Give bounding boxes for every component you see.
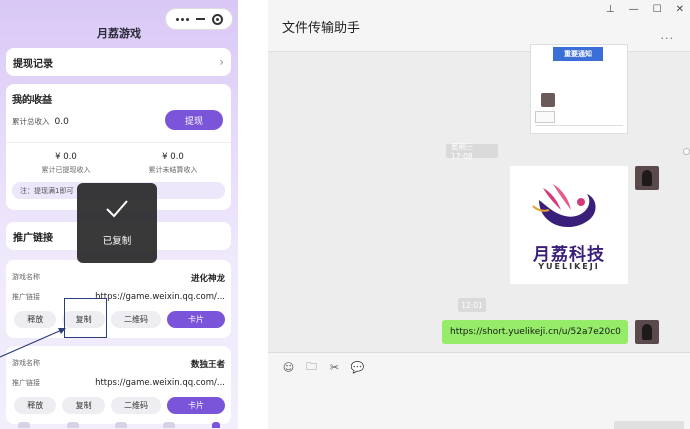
send-button[interactable] (614, 421, 684, 429)
toast-text: 已复制 (102, 236, 132, 247)
thumbnail-box (535, 111, 555, 123)
release-button[interactable]: 释放 (14, 397, 57, 414)
close-icon[interactable]: ✕ (676, 4, 684, 15)
withdrawn-label: 累计已提现收入 (41, 166, 91, 174)
game-actions: 释放 复制 二维码 卡片 (14, 397, 225, 414)
timestamp: 星期三 17:08 (446, 142, 498, 161)
game-link-label: 推广链接 (12, 293, 40, 301)
divider (6, 142, 231, 143)
card-button[interactable]: 卡片 (167, 397, 225, 414)
timestamp: 12:01 (458, 298, 486, 312)
total-income: 累计总收入 0.0 (12, 116, 69, 127)
panel-gap (238, 0, 268, 429)
withdrawn-value: ¥ 0.0 (55, 152, 77, 162)
game-name-row: 游戏名称 进化神龙 (12, 272, 225, 284)
thumbnail-bar (535, 125, 623, 129)
game-link-label: 推广链接 (12, 379, 40, 387)
avatar[interactable] (635, 320, 659, 344)
withdraw-records-link[interactable]: 提现记录 › (6, 48, 231, 76)
folder-icon[interactable]: 🗀 (305, 360, 318, 374)
thumbnail-photo (541, 93, 555, 107)
game-link-row: 推广链接 https://game.weixin.qq.com/... (12, 292, 225, 302)
tab-icon-active[interactable] (211, 422, 220, 428)
maximize-icon[interactable]: ☐ (653, 4, 662, 15)
copy-button[interactable]: 复制 (62, 397, 105, 414)
copy-button-highlight (64, 298, 107, 338)
tab-icon[interactable] (66, 422, 79, 428)
withdrawn-stat: ¥ 0.0 累计已提现收入 (16, 152, 116, 175)
chevron-right-icon: › (219, 55, 224, 69)
card-button[interactable]: 卡片 (167, 311, 225, 328)
total-income-value: 0.0 (54, 117, 69, 127)
wechat-chat-window: 文件传输助手 ⊥ — ☐ ✕ ··· 重要通知 星期三 17:08 月荔科技 Y… (268, 0, 690, 429)
tab-icon[interactable] (163, 422, 176, 428)
total-income-label: 累计总收入 (12, 117, 50, 126)
copied-toast: 已复制 (77, 183, 157, 263)
more-icon[interactable] (175, 17, 189, 21)
earnings-title: 我的收益 (12, 95, 52, 106)
unsettled-stat: ¥ 0.0 累计未结算收入 (123, 152, 223, 175)
pin-icon[interactable]: ⊥ (606, 4, 615, 15)
logo-text-en: YUELIKEJI (538, 262, 600, 271)
minimize-icon[interactable] (195, 18, 205, 20)
game-name: 进化神龙 (190, 274, 225, 284)
scissors-icon[interactable]: ✂ (328, 361, 341, 374)
tab-icon[interactable] (18, 422, 31, 428)
chat-title: 文件传输助手 (282, 21, 361, 36)
resize-handle[interactable] (683, 148, 690, 155)
chat-bubble-icon[interactable]: 💬 (351, 361, 365, 374)
minimize-icon[interactable]: — (629, 4, 639, 15)
avatar[interactable] (635, 166, 659, 190)
window-controls: ⊥ — ☐ ✕ (606, 4, 684, 15)
message-input-area[interactable]: ☺ 🗀 ✂ 💬 (268, 352, 690, 429)
qrcode-button[interactable]: 二维码 (110, 397, 162, 414)
close-target-icon[interactable] (211, 13, 223, 25)
unsettled-label: 累计未结算收入 (148, 166, 198, 174)
link-message-bubble[interactable]: https://short.yuelikeji.cn/u/52a7e20c0 (442, 320, 628, 344)
game-link[interactable]: https://game.weixin.qq.com/... (95, 292, 225, 302)
image-message-screenshot[interactable]: 重要通知 (530, 44, 628, 134)
check-icon (106, 200, 128, 218)
unsettled-value: ¥ 0.0 (162, 152, 184, 162)
annotation-arrow (0, 328, 66, 358)
game-link-row: 推广链接 https://game.weixin.qq.com/... (12, 378, 225, 388)
game-name: 数独王者 (190, 360, 225, 370)
withdraw-records-label: 提现记录 (13, 58, 53, 70)
game-name-label: 游戏名称 (12, 273, 40, 281)
tab-icon[interactable] (114, 422, 127, 428)
input-toolbar: ☺ 🗀 ✂ 💬 (282, 360, 365, 374)
game-link[interactable]: https://game.weixin.qq.com/... (95, 378, 225, 388)
emoji-icon[interactable]: ☺ (282, 361, 295, 374)
qrcode-button[interactable]: 二维码 (110, 311, 162, 328)
capsule-menu[interactable] (165, 8, 233, 30)
notice-banner: 重要通知 (553, 47, 603, 61)
image-message-logo[interactable]: 月荔科技 YUELIKEJI (510, 166, 628, 284)
withdraw-button[interactable]: 提现 (165, 110, 223, 130)
tab-bar[interactable] (0, 422, 238, 429)
mini-program-panel: 月荔游戏 提现记录 › 我的收益 累计总收入 0.0 提现 ¥ 0.0 累计已提现… (0, 0, 238, 429)
yueli-logo-icon (532, 184, 596, 228)
more-icon[interactable]: ··· (661, 32, 675, 45)
